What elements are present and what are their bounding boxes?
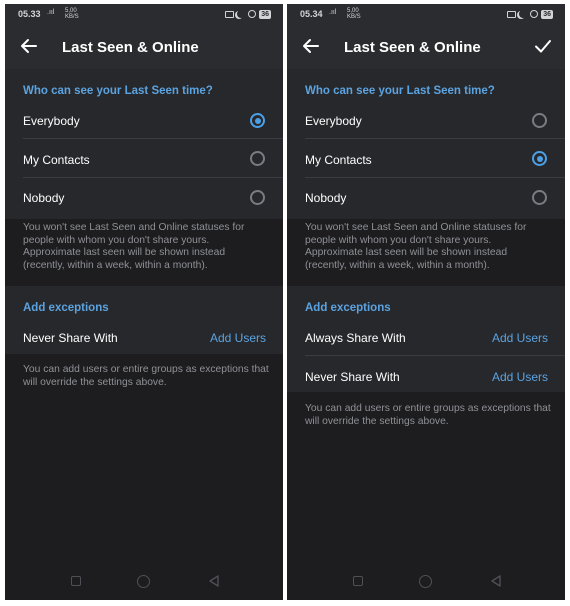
signal-icon: .ııl <box>47 9 55 16</box>
add-users-link[interactable]: Add Users <box>492 370 548 384</box>
nav-back-icon[interactable] <box>207 574 221 588</box>
status-time: 05.34 <box>300 9 323 19</box>
moon-icon <box>519 10 527 18</box>
phone-screen-left: 05.33 .ııl 5,00 KB/S 36 Last Seen & Onli… <box>5 4 283 600</box>
exception-label: Never Share With <box>23 331 118 345</box>
network-speed: 5,00 KB/S <box>65 8 79 20</box>
option-label: My Contacts <box>305 153 372 167</box>
page-title: Last Seen & Online <box>62 39 199 56</box>
app-bar: Last Seen & Online <box>5 26 283 69</box>
nav-square-icon[interactable] <box>71 576 81 586</box>
nav-circle-icon[interactable] <box>137 575 150 588</box>
status-bar: 05.33 .ııl 5,00 KB/S 36 <box>5 4 283 26</box>
system-nav-bar <box>5 564 283 600</box>
exception-label: Always Share With <box>305 331 406 345</box>
system-nav-bar <box>287 564 565 600</box>
phone-screen-right: 05.34 .ııl 5,00 KB/S 36 Last Seen & Onli… <box>287 4 565 600</box>
option-label: Everybody <box>23 114 80 128</box>
divider <box>305 177 565 178</box>
visibility-section: Who can see your Last Seen time? Everybo… <box>287 69 565 219</box>
status-icons: 36 <box>507 8 553 20</box>
nav-back-icon[interactable] <box>489 574 503 588</box>
alarm-icon <box>248 10 257 18</box>
divider <box>305 138 565 139</box>
exceptions-header: Add exceptions <box>305 302 391 314</box>
page-title: Last Seen & Online <box>344 39 481 56</box>
radio-selected-icon[interactable] <box>250 113 265 128</box>
exceptions-header: Add exceptions <box>23 302 109 314</box>
divider <box>305 355 565 356</box>
radio-unselected-icon[interactable] <box>250 151 265 166</box>
moon-icon <box>237 10 245 18</box>
radio-unselected-icon[interactable] <box>532 190 547 205</box>
visibility-info-text: You won't see Last Seen and Online statu… <box>305 222 527 271</box>
back-arrow-icon[interactable] <box>19 36 39 56</box>
radio-unselected-icon[interactable] <box>532 113 547 128</box>
add-users-link[interactable]: Add Users <box>492 331 548 345</box>
divider <box>23 177 283 178</box>
status-time: 05.33 <box>18 9 41 19</box>
signal-icon: .ııl <box>329 9 337 16</box>
radio-unselected-icon[interactable] <box>250 190 265 205</box>
checkmark-icon[interactable] <box>533 36 553 56</box>
option-label: My Contacts <box>23 153 90 167</box>
section-header: Who can see your Last Seen time? <box>23 85 213 97</box>
status-bar: 05.34 .ııl 5,00 KB/S 36 <box>287 4 565 26</box>
battery-icon: 36 <box>259 9 271 19</box>
alarm-icon <box>530 10 539 18</box>
exception-label: Never Share With <box>305 370 400 384</box>
section-header: Who can see your Last Seen time? <box>305 85 495 97</box>
visibility-info-text: You won't see Last Seen and Online statu… <box>23 222 245 271</box>
exceptions-section: Add exceptions Always Share With Add Use… <box>287 286 565 392</box>
network-speed-unit: KB/S <box>347 14 361 20</box>
divider <box>23 138 283 139</box>
nav-circle-icon[interactable] <box>419 575 432 588</box>
exceptions-info-text: You can add users or entire groups as ex… <box>23 364 269 388</box>
back-arrow-icon[interactable] <box>301 36 321 56</box>
option-label: Nobody <box>305 191 347 205</box>
nav-square-icon[interactable] <box>353 576 363 586</box>
option-label: Everybody <box>305 114 362 128</box>
option-label: Nobody <box>23 191 65 205</box>
exceptions-section: Add exceptions Never Share With Add User… <box>5 286 283 354</box>
app-bar: Last Seen & Online <box>287 26 565 69</box>
network-speed-unit: KB/S <box>65 14 79 20</box>
cast-icon <box>225 10 235 18</box>
add-users-link[interactable]: Add Users <box>210 331 266 345</box>
exceptions-info-text: You can add users or entire groups as ex… <box>305 403 551 427</box>
visibility-section: Who can see your Last Seen time? Everybo… <box>5 69 283 219</box>
battery-icon: 36 <box>541 9 553 19</box>
status-icons: 36 <box>225 8 271 20</box>
network-speed: 5,00 KB/S <box>347 8 361 20</box>
cast-icon <box>507 10 517 18</box>
radio-selected-icon[interactable] <box>532 151 547 166</box>
